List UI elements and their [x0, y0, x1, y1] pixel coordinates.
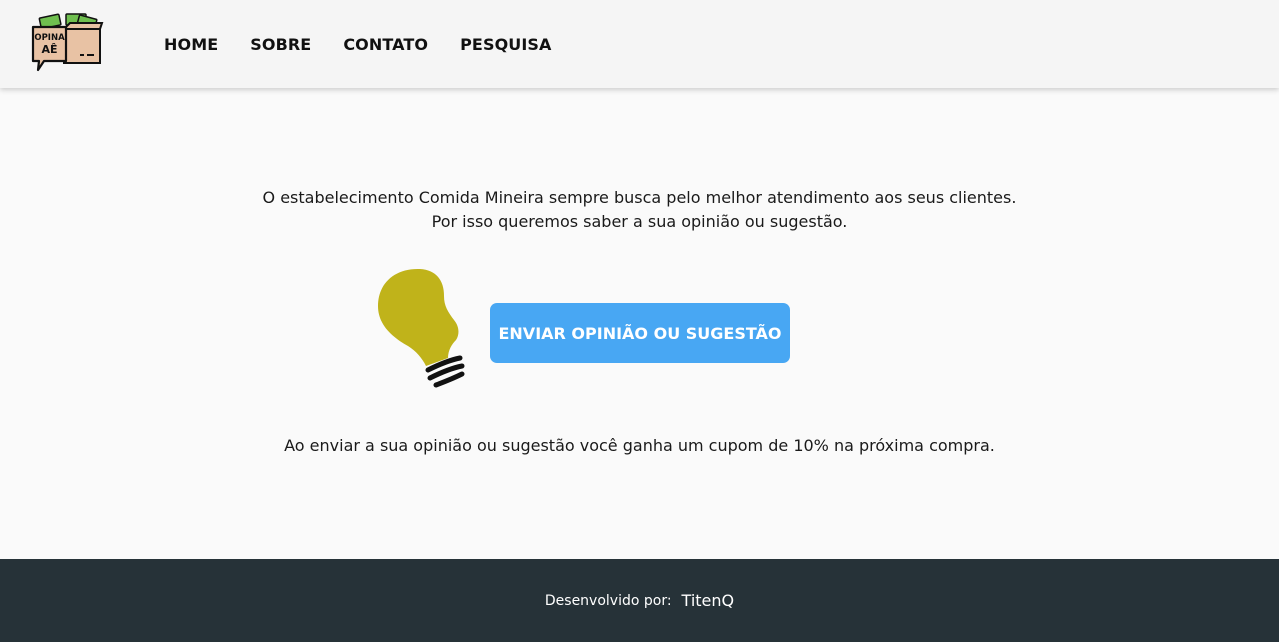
nav-link-sobre[interactable]: SOBRE — [250, 35, 311, 54]
coupon-note: Ao enviar a sua opinião ou sugestão você… — [284, 436, 995, 455]
logo-text-opina: OPINA — [34, 33, 65, 43]
nav-link-contato[interactable]: CONTATO — [343, 35, 428, 54]
intro-line-2: Por isso queremos saber a sua opinião ou… — [431, 212, 848, 231]
intro-text: O estabelecimento Comida Mineira sempre … — [0, 186, 1279, 234]
logo-text-ae: AÊ — [41, 43, 57, 56]
intro-line-1: O estabelecimento Comida Mineira sempre … — [262, 188, 1017, 207]
main-nav: HOME SOBRE CONTATO PESQUISA — [164, 0, 584, 88]
opina-ae-logo[interactable]: OPINA AÊ — [30, 13, 104, 75]
main-content: O estabelecimento Comida Mineira sempre … — [0, 88, 1279, 559]
nav-link-pesquisa[interactable]: PESQUISA — [460, 35, 551, 54]
footer-developed-by-label: Desenvolvido por: — [544, 592, 672, 609]
footer-author: TitenQ — [681, 591, 735, 610]
top-header: OPINA AÊ HOME SOBRE CONTATO PESQUISA — [0, 0, 1279, 88]
send-opinion-button[interactable]: ENVIAR OPINIÃO OU SUGESTÃO — [490, 303, 790, 363]
nav-link-home[interactable]: HOME — [164, 35, 218, 54]
page-footer: Desenvolvido por: TitenQ — [0, 559, 1279, 642]
lightbulb-icon — [378, 268, 465, 388]
